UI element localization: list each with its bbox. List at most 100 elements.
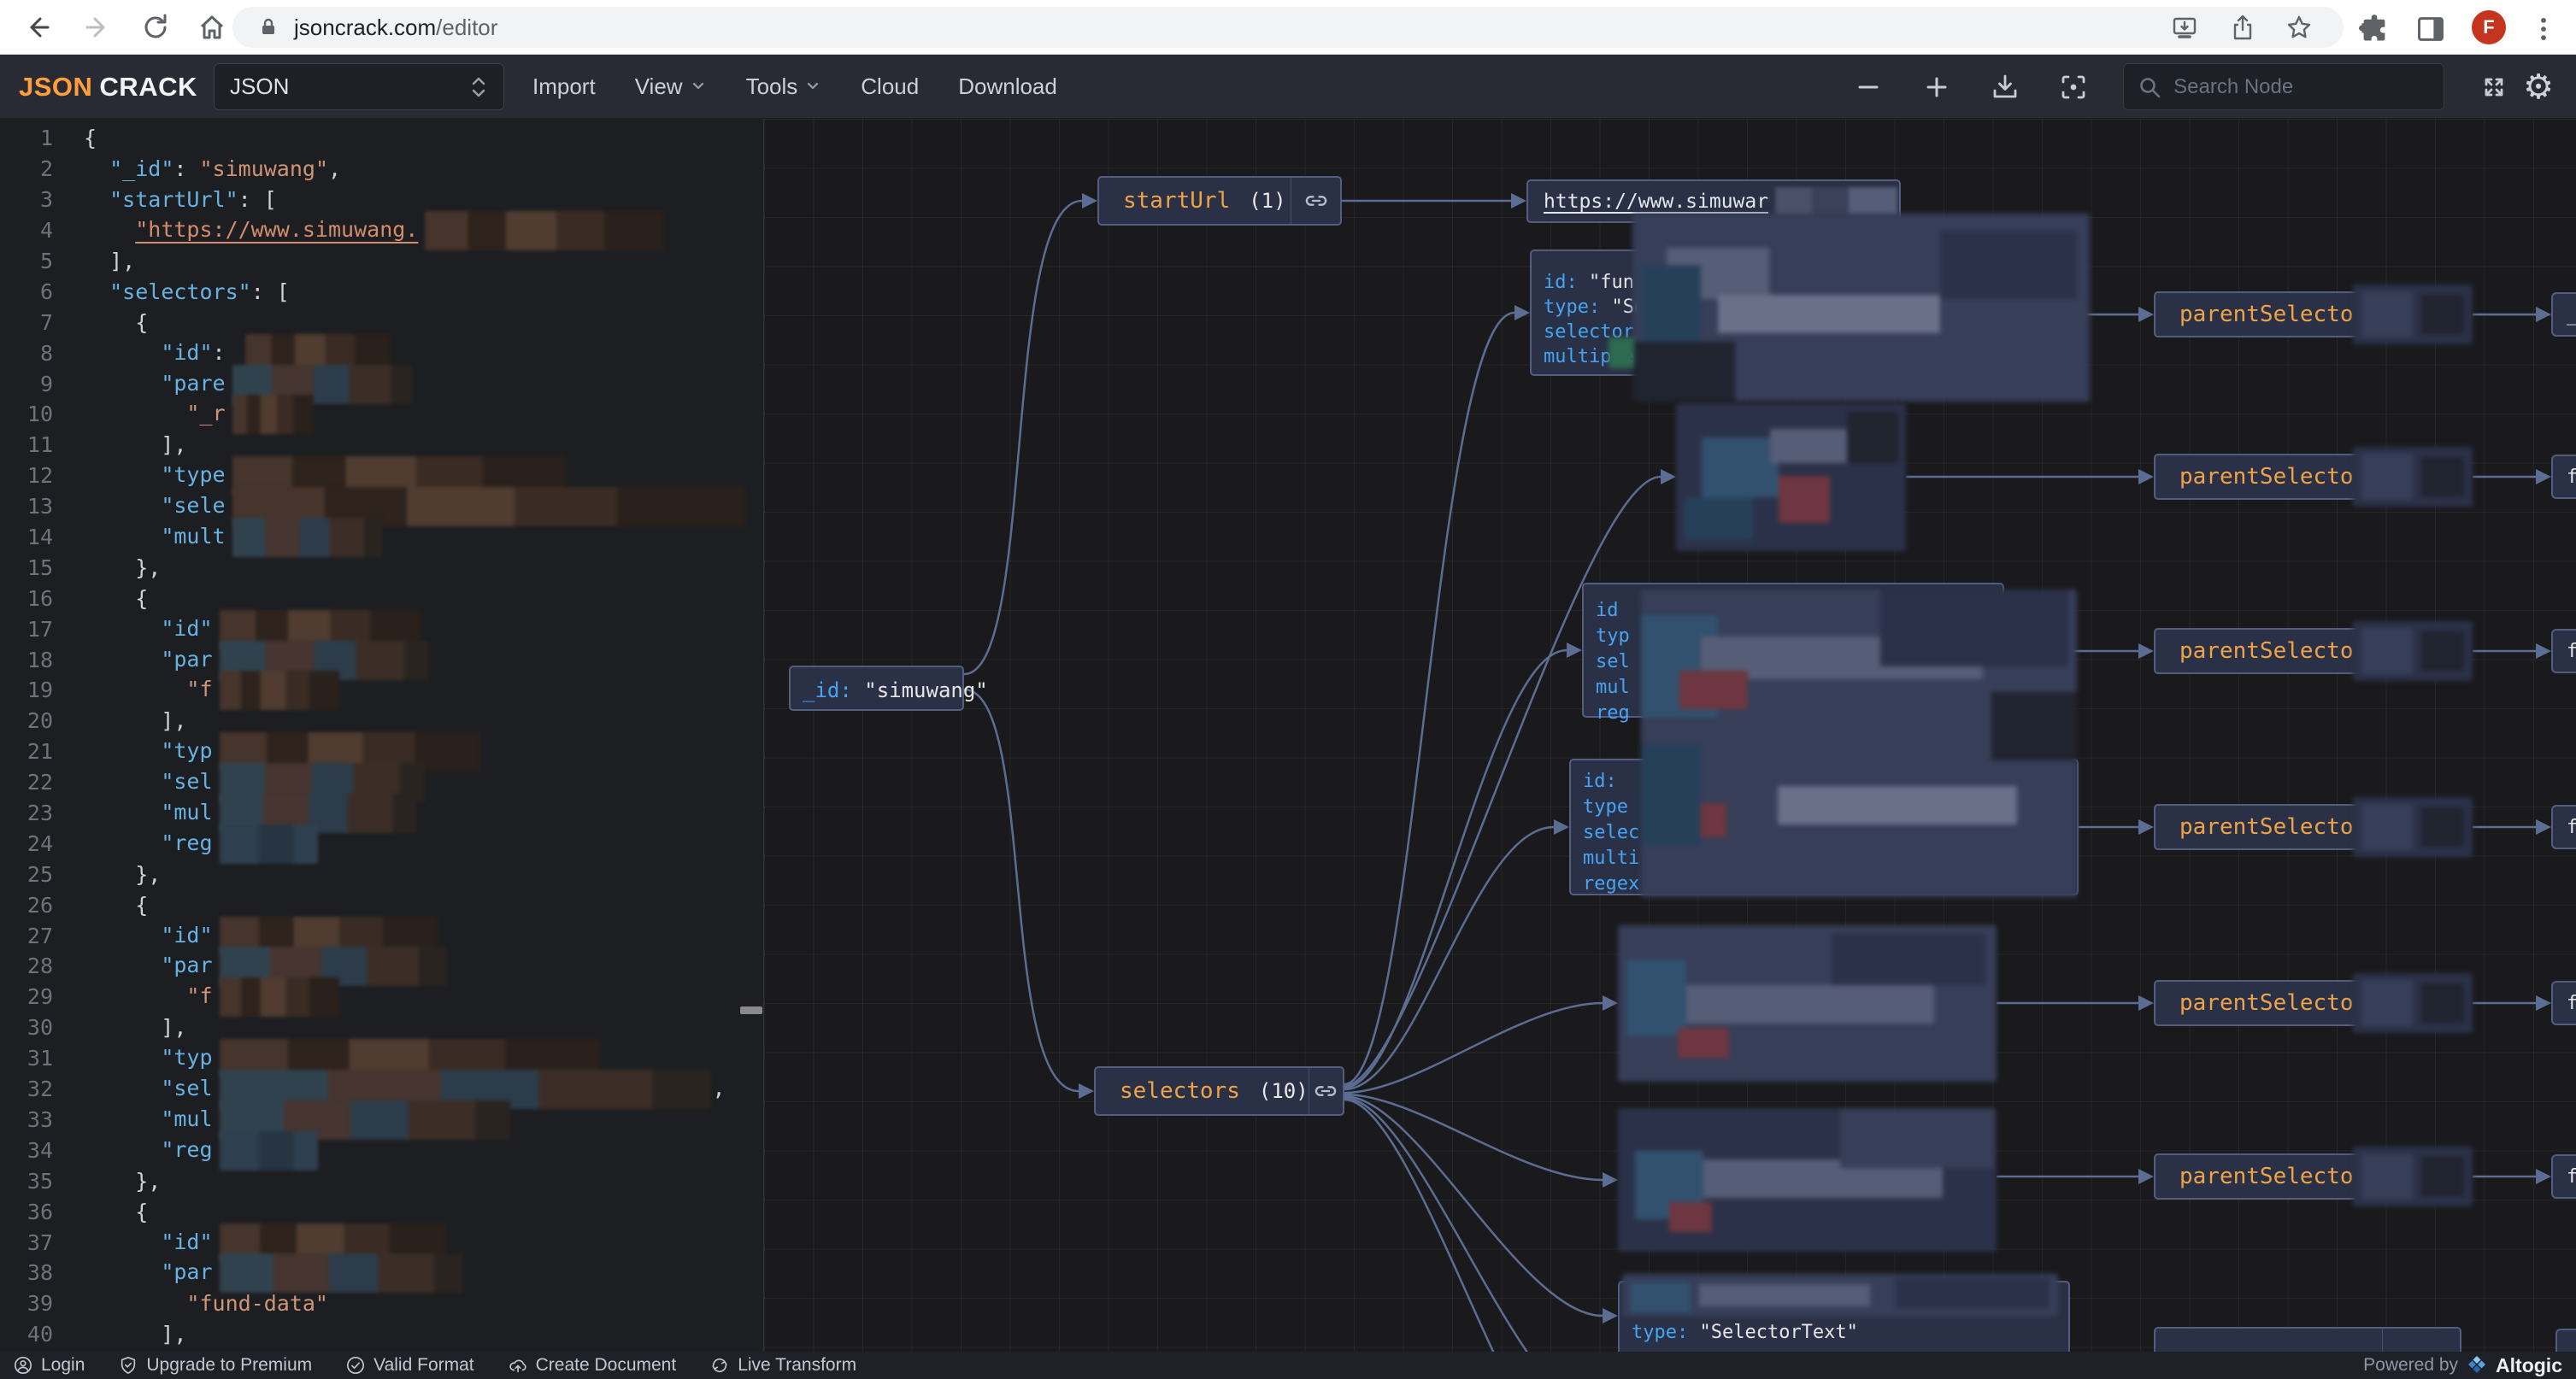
editor-line[interactable]: 28 "par bbox=[0, 951, 763, 982]
browser-chrome: jsoncrack.com/editor F bbox=[0, 0, 2576, 55]
code-token bbox=[84, 769, 161, 794]
extensions-icon[interactable] bbox=[2359, 14, 2386, 41]
editor-line[interactable]: 38 "par bbox=[0, 1258, 763, 1288]
forward-icon[interactable] bbox=[82, 12, 113, 43]
node-root-id[interactable]: _id: "simuwang" bbox=[789, 666, 964, 711]
menu-tools[interactable]: Tools bbox=[726, 73, 842, 100]
home-icon[interactable] bbox=[197, 12, 227, 43]
edge-arrowhead bbox=[2536, 995, 2551, 1011]
node-selectors[interactable]: selectors(10) bbox=[1094, 1066, 1344, 1116]
node-cut-2[interactable]: f bbox=[2551, 455, 2576, 499]
editor-line[interactable]: 6 "selectors": [ bbox=[0, 276, 763, 307]
powered-by[interactable]: Powered by Altogic bbox=[2363, 1354, 2562, 1377]
code-token: "https://www.simuwang. bbox=[135, 217, 418, 242]
code-token: { bbox=[84, 586, 148, 611]
line-content: "f bbox=[84, 983, 341, 1010]
download-image-icon[interactable] bbox=[1990, 72, 2020, 103]
editor-line[interactable]: 17 "id" bbox=[0, 613, 763, 644]
blur-patch bbox=[2421, 1157, 2464, 1196]
browser-menu-icon[interactable] bbox=[2528, 14, 2555, 41]
line-content: "reg bbox=[84, 830, 320, 857]
bookmark-star-icon[interactable] bbox=[2285, 14, 2313, 41]
editor-line[interactable]: 26 { bbox=[0, 889, 763, 920]
edge-arrowhead bbox=[2536, 1169, 2551, 1184]
jsoncrack-logo[interactable]: JSONCRACK bbox=[19, 55, 197, 119]
line-content: }, bbox=[84, 555, 161, 580]
node-cut-1[interactable]: _ bbox=[2551, 292, 2576, 337]
status-create-document[interactable]: Create Document bbox=[509, 1355, 677, 1376]
install-icon[interactable] bbox=[2171, 14, 2198, 41]
zoom-out-icon[interactable] bbox=[1853, 72, 1884, 103]
status-live-transform[interactable]: Live Transform bbox=[710, 1355, 856, 1376]
search-node-input[interactable] bbox=[2173, 75, 2413, 99]
editor-line[interactable]: 29 "f bbox=[0, 982, 763, 1012]
editor-line[interactable]: 16 { bbox=[0, 583, 763, 613]
line-number: 39 bbox=[0, 1291, 53, 1316]
link-icon[interactable] bbox=[1291, 178, 1340, 224]
editor-line[interactable]: 39 "fund-data" bbox=[0, 1288, 763, 1319]
panel-resize-handle[interactable] bbox=[740, 1006, 762, 1014]
status-login[interactable]: Login bbox=[14, 1355, 85, 1376]
fullscreen-icon[interactable] bbox=[2479, 72, 2509, 103]
settings-gear-icon[interactable]: ⚙ bbox=[2523, 72, 2554, 103]
node-url-text: https://www.simuwar bbox=[1544, 191, 1768, 213]
blur-patch bbox=[1940, 231, 2077, 299]
graph-edge bbox=[1344, 827, 1554, 1089]
editor-line[interactable]: 13 "sele bbox=[0, 491, 763, 522]
status-upgrade-to-premium[interactable]: Upgrade to Premium bbox=[119, 1355, 312, 1376]
node-cut-3[interactable]: f bbox=[2551, 629, 2576, 673]
editor-line[interactable]: 15 }, bbox=[0, 552, 763, 583]
search-node-box[interactable] bbox=[2123, 63, 2444, 110]
node-cut-6[interactable]: f bbox=[2551, 1154, 2576, 1199]
menu-download[interactable]: Download bbox=[938, 73, 1077, 100]
blur-redaction bbox=[2353, 973, 2473, 1033]
line-number: 11 bbox=[0, 432, 53, 457]
address-bar[interactable]: jsoncrack.com/editor bbox=[232, 7, 2344, 48]
blur-redaction bbox=[1609, 337, 1634, 368]
node-parentSelectors-7[interactable] bbox=[2154, 1327, 2461, 1352]
node-key-label: parentSelectors bbox=[2179, 302, 2380, 327]
menu-import[interactable]: Import bbox=[513, 73, 615, 100]
node-cut-7[interactable] bbox=[2555, 1329, 2576, 1352]
field-key: regex bbox=[1583, 873, 1639, 895]
center-view-icon[interactable] bbox=[2058, 72, 2089, 103]
line-content: { bbox=[84, 1200, 148, 1224]
node-cut-4[interactable]: f bbox=[2551, 805, 2576, 849]
code-token bbox=[84, 953, 161, 977]
editor-line[interactable]: 25 }, bbox=[0, 859, 763, 889]
code-token bbox=[84, 462, 161, 487]
menu-view[interactable]: View bbox=[615, 73, 726, 100]
side-panel-icon[interactable] bbox=[2415, 14, 2443, 41]
share-icon[interactable] bbox=[2229, 14, 2256, 41]
reload-icon[interactable] bbox=[140, 12, 171, 43]
graph-edge bbox=[964, 201, 1082, 674]
editor-line[interactable]: 8 "id": bbox=[0, 337, 763, 368]
editor-line[interactable]: 35 }, bbox=[0, 1165, 763, 1196]
blur-redaction bbox=[2353, 621, 2473, 681]
editor-line[interactable]: 40 ], bbox=[0, 1319, 763, 1350]
editor-line[interactable]: 36 { bbox=[0, 1196, 763, 1227]
link-icon[interactable] bbox=[1309, 1068, 1343, 1114]
json-editor-panel[interactable]: 1{2 "_id": "simuwang",3 "startUrl": [4 "… bbox=[0, 119, 764, 1352]
format-select[interactable]: JSON bbox=[214, 63, 504, 110]
blur-patch bbox=[1678, 1028, 1729, 1058]
node-key-label: parentSelectors bbox=[2179, 990, 2380, 1016]
status-valid-format[interactable]: Valid Format bbox=[346, 1355, 473, 1376]
editor-line[interactable]: 9 "pare bbox=[0, 368, 763, 399]
zoom-in-icon[interactable] bbox=[1921, 72, 1952, 103]
graph-canvas[interactable]: _id: "simuwang" startUrl(1) https://www.si… bbox=[764, 119, 2576, 1352]
menu-cloud[interactable]: Cloud bbox=[841, 73, 938, 100]
editor-line[interactable]: 1{ bbox=[0, 123, 763, 154]
editor-line[interactable]: 18 "par bbox=[0, 644, 763, 675]
editor-line[interactable]: 4 "https://www.simuwang. bbox=[0, 215, 763, 246]
node-startUrl[interactable]: startUrl(1) bbox=[1097, 176, 1342, 226]
line-number: 37 bbox=[0, 1230, 53, 1255]
back-icon[interactable] bbox=[22, 12, 53, 43]
blur-patch bbox=[1991, 692, 2077, 760]
editor-line[interactable]: 2 "_id": "simuwang", bbox=[0, 154, 763, 185]
editor-line[interactable]: 23 "mul bbox=[0, 798, 763, 829]
code-token bbox=[84, 1045, 161, 1070]
profile-avatar[interactable]: F bbox=[2472, 10, 2506, 44]
editor-line[interactable]: 7 { bbox=[0, 307, 763, 337]
node-cut-5[interactable]: f bbox=[2551, 981, 2576, 1025]
